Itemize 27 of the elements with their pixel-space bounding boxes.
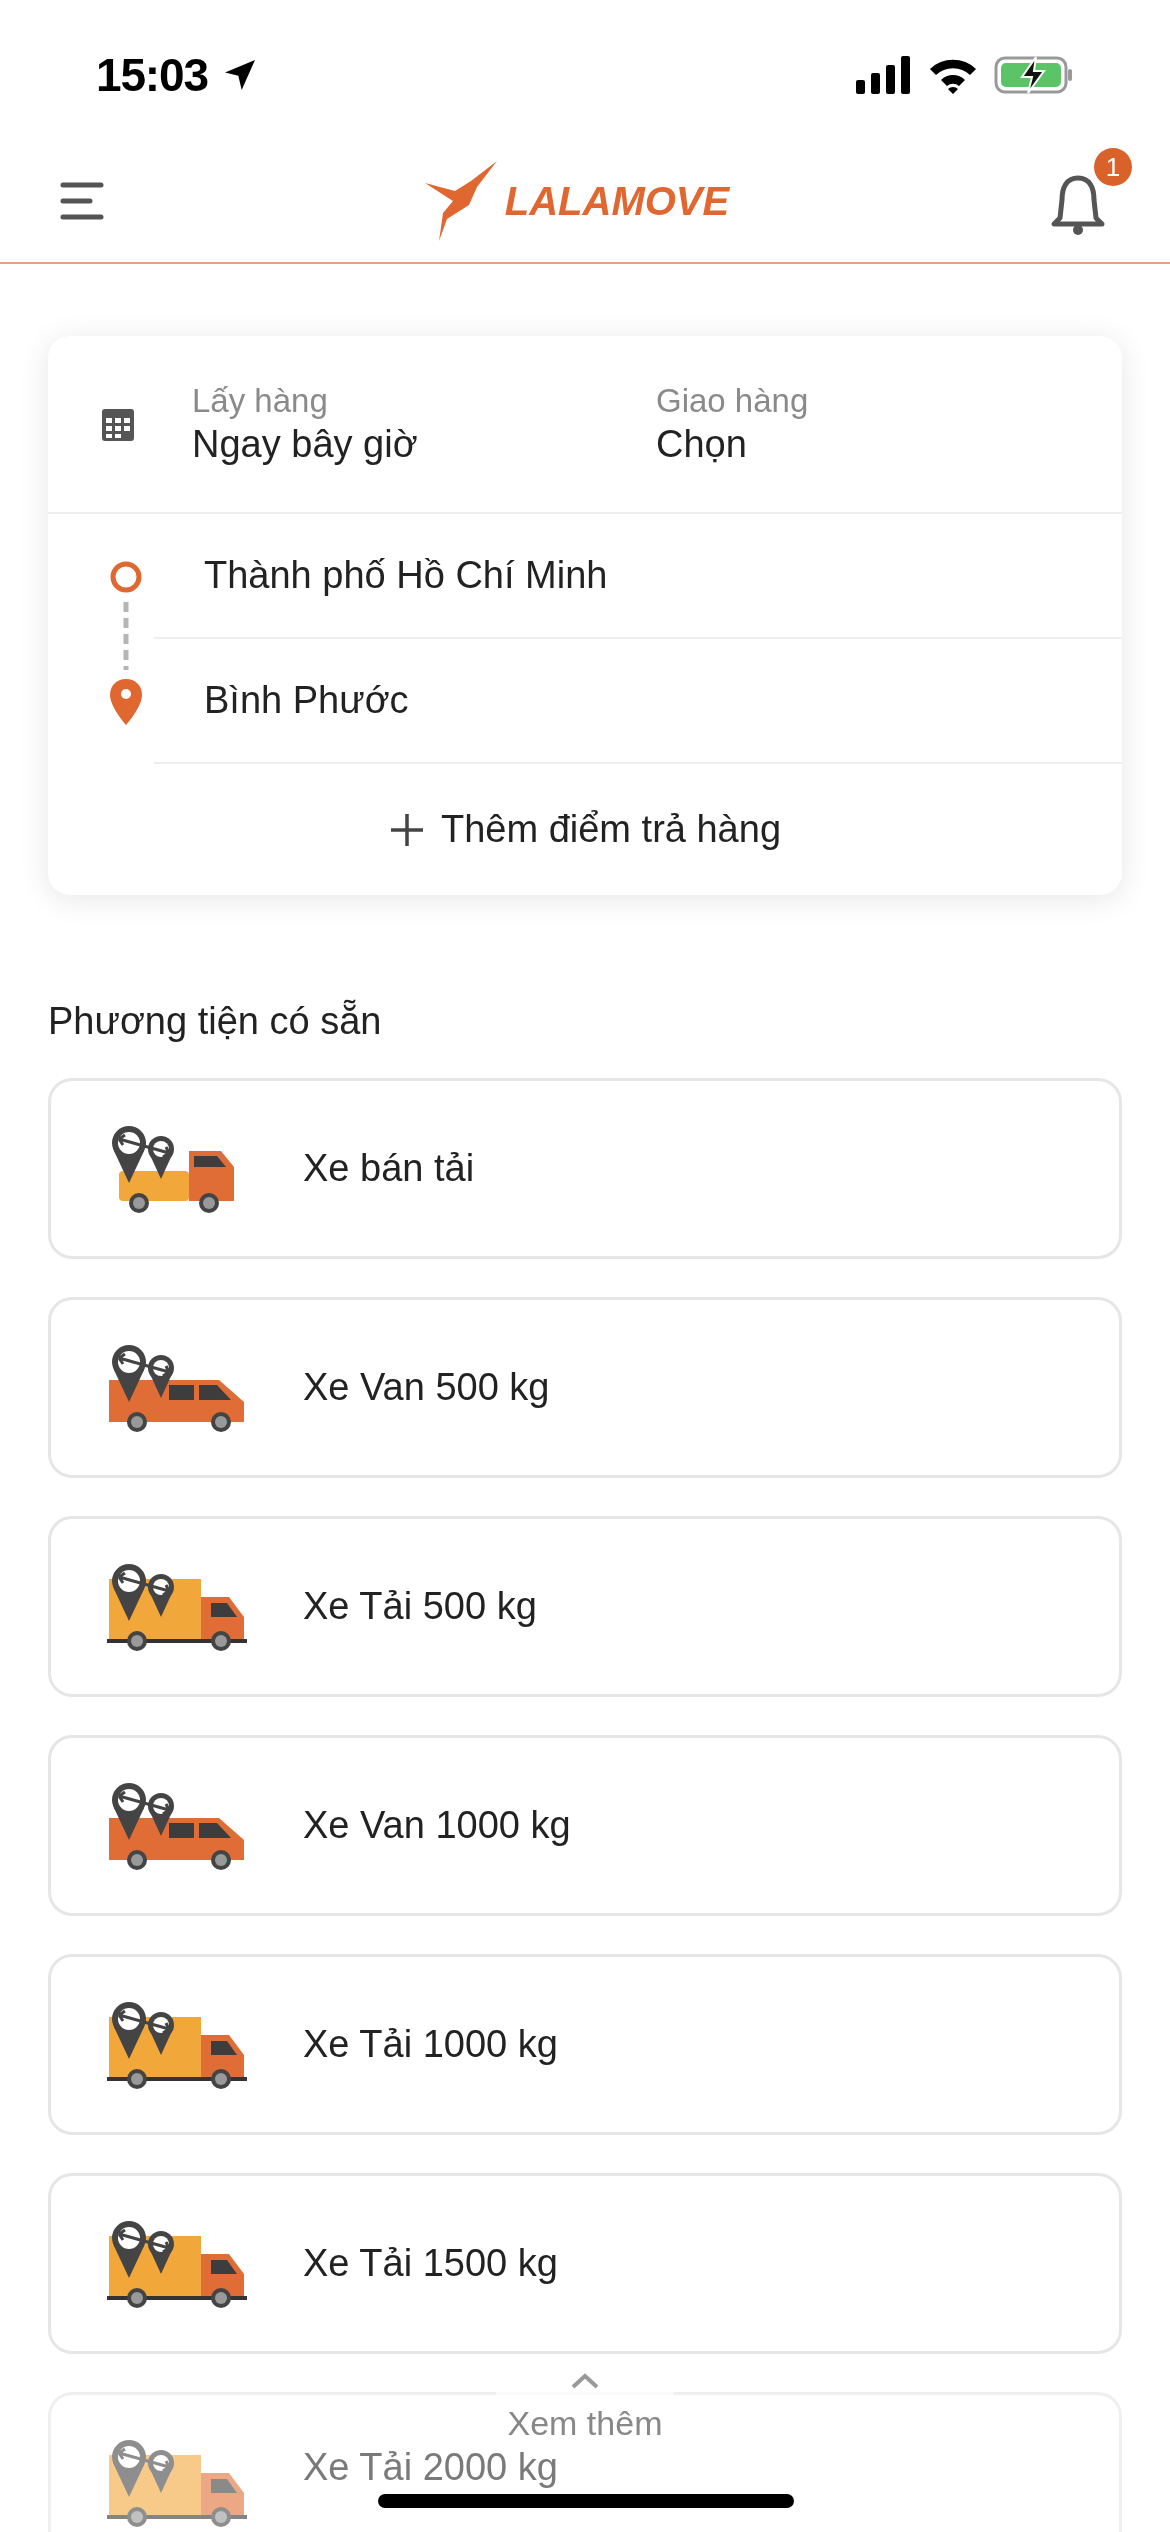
vehicle-option[interactable]: Xe Tải 500 kg [48, 1516, 1122, 1697]
vehicle-option[interactable]: Xe Van 1000 kg [48, 1735, 1122, 1916]
menu-icon[interactable] [60, 181, 104, 221]
pickup-label: Lấy hàng [192, 380, 329, 421]
add-stop-button[interactable]: Thêm điểm trả hàng [388, 801, 782, 858]
status-time: 15:03 [96, 47, 208, 103]
address-field[interactable]: Thành phố Hồ Chí Minh [154, 514, 1122, 639]
vehicle-option[interactable]: Xe Tải 1000 kg [48, 1954, 1122, 2135]
delivery-label: Giao hàng [656, 380, 809, 421]
map-pin-icon [108, 676, 144, 727]
pickup-value: Ngay bây giờ [192, 421, 419, 467]
battery-icon [994, 55, 1074, 95]
delivery-value: Chọn [656, 421, 748, 467]
vehicle-option[interactable]: Xe Van 500 kg [48, 1297, 1122, 1478]
pickup-time-selector[interactable]: Lấy hàng Ngay bây giờ [192, 379, 656, 469]
origin-circle-icon [109, 559, 143, 594]
address-field[interactable]: Bình Phước [154, 639, 1122, 764]
delivery-time-selector[interactable]: Giao hàng Chọn [656, 379, 809, 469]
vehicle-option[interactable]: Xe bán tải [48, 1078, 1122, 1259]
chevron-up-icon [570, 2372, 600, 2390]
signal-icon [856, 56, 912, 94]
plus-icon [388, 811, 425, 848]
brand-logo: LALAMOVE [504, 178, 730, 225]
notification-badge: 1 [1094, 148, 1132, 186]
route-dotted-line [123, 602, 129, 670]
section-title: Phương tiện có sẵn [48, 998, 383, 1044]
vehicle-option[interactable]: Xe Tải 1500 kg [48, 2173, 1122, 2354]
